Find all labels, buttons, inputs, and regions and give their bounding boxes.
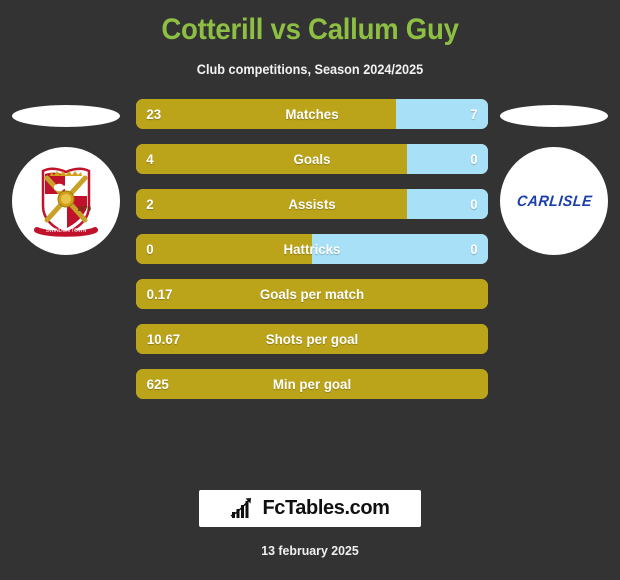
stat-row-goals: 4 Goals 0 [136, 144, 488, 174]
away-team-logo[interactable]: CARLISLE [500, 105, 608, 255]
comparison-board: 1879 SWINDON TOWN CARLISLE 23 Matches 7 … [0, 99, 620, 419]
away-value: 0 [470, 196, 478, 212]
page-title: Cotterill vs Callum Guy [161, 13, 459, 46]
stat-label: Hattricks [283, 241, 341, 257]
stat-label: Goals per match [259, 286, 365, 302]
stat-label: Goals [293, 151, 331, 167]
swindon-town-badge-icon: 1879 SWINDON TOWN [34, 167, 98, 237]
home-team-logo[interactable]: 1879 SWINDON TOWN [12, 105, 120, 255]
stat-label: Min per goal [272, 376, 352, 392]
away-logo-top-sliver [500, 105, 608, 127]
away-value: 0 [470, 241, 478, 257]
away-logo-disc: CARLISLE [500, 147, 608, 255]
stat-label: Assists [288, 196, 336, 212]
home-logo-top-sliver [12, 105, 120, 127]
page-subtitle: Club competitions, Season 2024/2025 [196, 62, 424, 77]
stat-row-min-per-goal: 625 Min per goal [136, 369, 488, 399]
away-value: 0 [470, 151, 478, 167]
away-team-wordmark: CARLISLE [515, 192, 593, 210]
fctables-brand-text: FcTables.com [262, 497, 390, 519]
report-date: 13 february 2025 [261, 543, 359, 558]
stat-row-hattricks: 0 Hattricks 0 [136, 234, 488, 264]
stat-row-assists: 2 Assists 0 [136, 189, 488, 219]
stat-label: Matches [285, 106, 339, 122]
stat-rows: 23 Matches 7 4 Goals 0 2 Assists 0 0 Hat… [136, 99, 488, 414]
home-logo-disc: 1879 SWINDON TOWN [12, 147, 120, 255]
svg-text:1879: 1879 [77, 205, 92, 213]
stat-label: Shots per goal [265, 331, 359, 347]
svg-text:SWINDON TOWN: SWINDON TOWN [46, 228, 87, 234]
footer: FcTables.com 13 february 2025 [0, 490, 620, 580]
stat-row-shots-per-goal: 10.67 Shots per goal [136, 324, 488, 354]
away-value: 7 [470, 106, 478, 122]
fctables-logo[interactable]: FcTables.com [199, 490, 421, 527]
stat-row-matches: 23 Matches 7 [136, 99, 488, 129]
bar-chart-growth-icon [231, 497, 252, 518]
stat-row-goals-per-match: 0.17 Goals per match [136, 279, 488, 309]
